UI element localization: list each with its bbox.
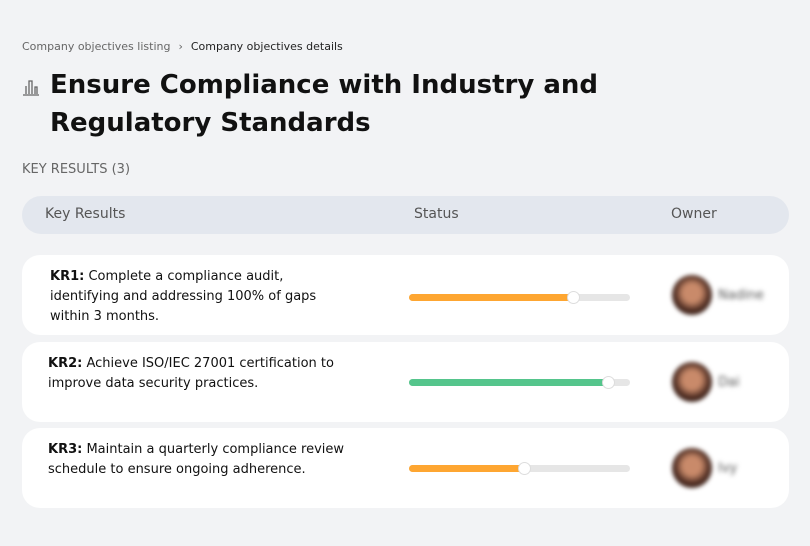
key-result-description: Achieve ISO/IEC 27001 certification to i… (48, 356, 334, 391)
key-result-description: Complete a compliance audit, identifying… (50, 269, 317, 324)
table-header: Key Results Status Owner (22, 196, 789, 234)
progress-bar (409, 291, 630, 304)
owner-name: Dai (718, 375, 740, 390)
key-result-id: KR1: (50, 269, 85, 284)
header-key-results: Key Results (45, 206, 126, 222)
key-result-text: KR1: Complete a compliance audit, identi… (50, 267, 350, 327)
progress-knob (517, 462, 531, 475)
table-row[interactable]: KR2: Achieve ISO/IEC 27001 certification… (22, 342, 789, 422)
breadcrumb: Company objectives listing › Company obj… (22, 40, 343, 53)
bar-chart-icon (23, 80, 39, 96)
avatar (672, 448, 712, 488)
header-owner: Owner (671, 206, 717, 222)
breadcrumb-link-listing[interactable]: Company objectives listing (22, 40, 170, 53)
key-result-text: KR2: Achieve ISO/IEC 27001 certification… (48, 354, 348, 394)
owner-name: Ivy (718, 461, 738, 476)
progress-fill (409, 294, 573, 301)
breadcrumb-current: Company objectives details (190, 40, 343, 53)
table-row[interactable]: KR3: Maintain a quarterly compliance rev… (22, 428, 789, 508)
header-status: Status (414, 206, 459, 222)
key-result-id: KR3: (48, 442, 83, 457)
progress-knob (601, 376, 615, 389)
key-results-count: KEY RESULTS (3) (22, 162, 131, 177)
progress-knob (566, 291, 580, 304)
key-result-id: KR2: (48, 356, 83, 371)
progress-bar (409, 376, 630, 389)
progress-fill (409, 379, 608, 386)
key-result-description: Maintain a quarterly compliance review s… (48, 442, 345, 477)
chevron-right-icon: › (178, 40, 183, 53)
page-title: Ensure Compliance with Industry and Regu… (50, 70, 599, 138)
key-result-text: KR3: Maintain a quarterly compliance rev… (48, 440, 348, 480)
owner-name: Nadine (718, 288, 764, 303)
page-header: Ensure Compliance with Industry and Regu… (22, 66, 722, 142)
table-row[interactable]: KR1: Complete a compliance audit, identi… (22, 255, 789, 335)
progress-bar (409, 462, 630, 475)
progress-fill (409, 465, 524, 472)
avatar (672, 362, 712, 402)
avatar (672, 275, 712, 315)
